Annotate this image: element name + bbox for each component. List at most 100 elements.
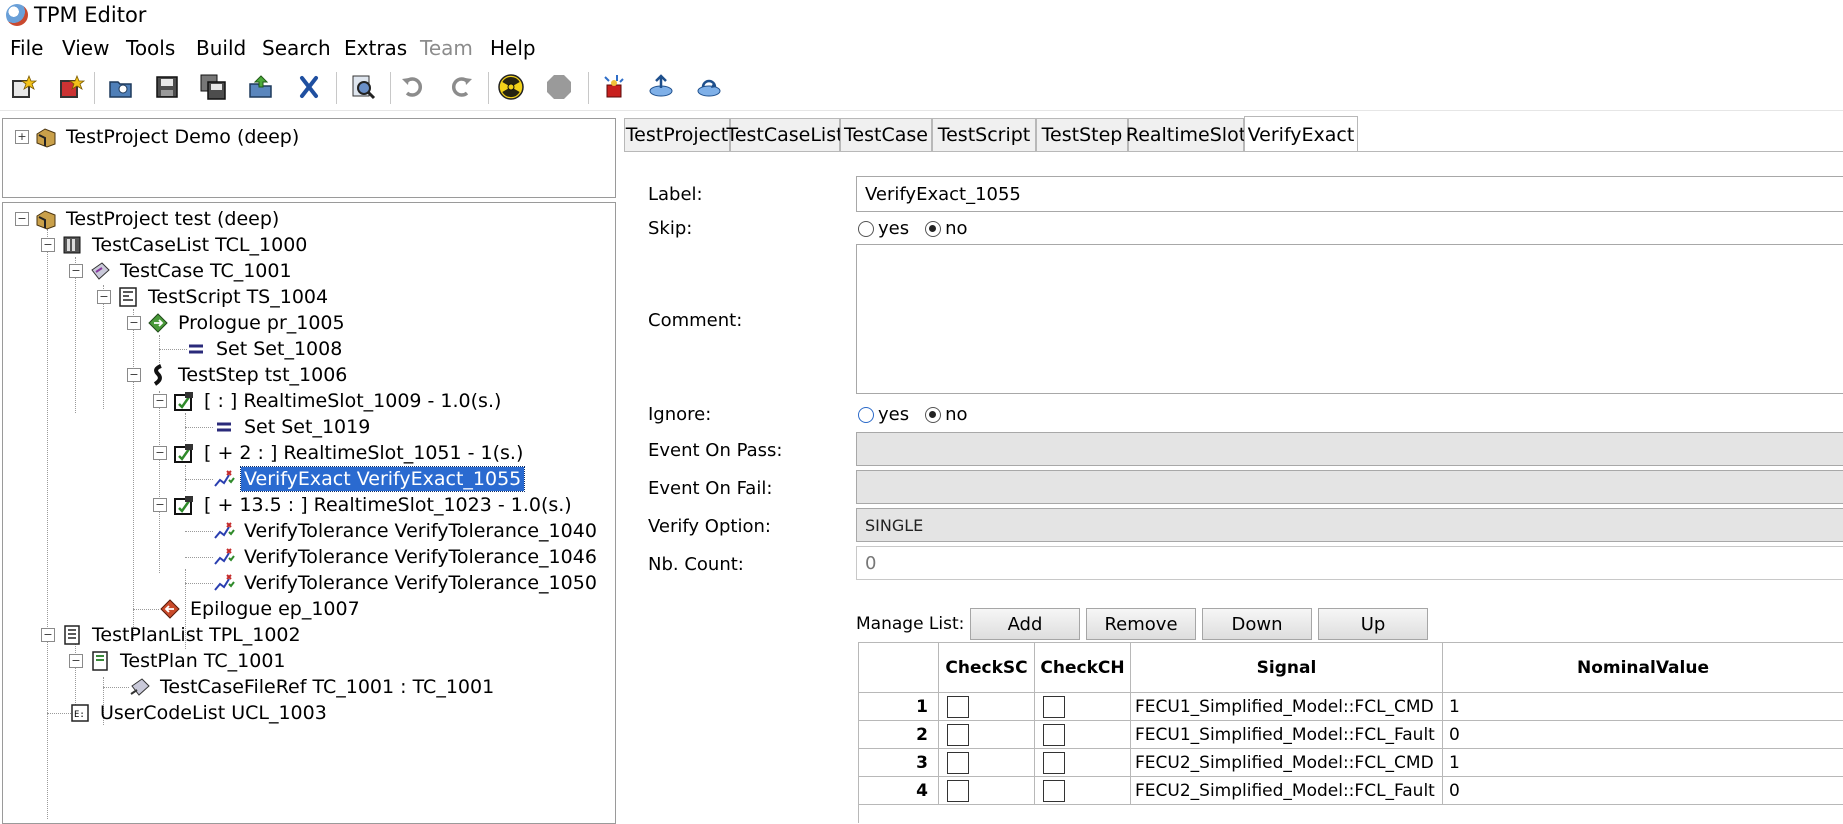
tree-node-project-demo[interactable]: + TestProject Demo (deep) bbox=[15, 123, 302, 151]
tree-node-usercodelist[interactable]: E: UserCodeList UCL_1003 bbox=[69, 699, 330, 727]
menu-view[interactable]: View bbox=[62, 36, 109, 60]
table-header-checksc[interactable]: CheckSC bbox=[939, 643, 1035, 693]
ignore-yes-radio[interactable] bbox=[858, 406, 874, 423]
tree-node-testscript[interactable]: − TestScript TS_1004 bbox=[97, 283, 331, 311]
tree-node-testplan[interactable]: − TestPlan TC_1001 bbox=[69, 647, 289, 675]
save-icon[interactable] bbox=[152, 72, 182, 102]
checksc-checkbox[interactable] bbox=[947, 779, 969, 802]
tree-node-epilogue[interactable]: Epilogue ep_1007 bbox=[159, 595, 363, 623]
menu-extras[interactable]: Extras bbox=[344, 36, 407, 60]
connect-icon[interactable] bbox=[646, 72, 676, 102]
menu-tools[interactable]: Tools bbox=[126, 36, 175, 60]
checkch-checkbox[interactable] bbox=[1043, 751, 1065, 774]
label-input[interactable]: VerifyExact_1055 bbox=[856, 176, 1843, 212]
checksc-checkbox[interactable] bbox=[947, 723, 969, 746]
event-on-pass-field[interactable] bbox=[856, 432, 1843, 466]
up-button[interactable]: Up bbox=[1318, 608, 1428, 640]
tree-node-realtimeslot-1051[interactable]: − [ + 2 : ] RealtimeSlot_1051 - 1(s.) bbox=[153, 439, 526, 467]
collapse-minus-icon[interactable]: − bbox=[127, 316, 141, 330]
delete-icon[interactable] bbox=[294, 72, 324, 102]
nominal-value-cell[interactable]: 0 bbox=[1443, 777, 1843, 805]
menu-search[interactable]: Search bbox=[262, 36, 331, 60]
tree-node-set-1008[interactable]: Set Set_1008 bbox=[185, 335, 345, 363]
add-button[interactable]: Add bbox=[970, 608, 1080, 640]
collapse-minus-icon[interactable]: − bbox=[153, 498, 167, 512]
menu-file[interactable]: File bbox=[10, 36, 43, 60]
undo-icon[interactable] bbox=[398, 72, 428, 102]
collapse-minus-icon[interactable]: − bbox=[15, 212, 29, 226]
comment-textarea[interactable] bbox=[856, 244, 1843, 394]
table-header-checkch[interactable]: CheckCH bbox=[1035, 643, 1131, 693]
nominal-value-cell[interactable]: 1 bbox=[1443, 693, 1843, 721]
table-header-nominalvalue[interactable]: NominalValue bbox=[1443, 643, 1843, 693]
collapse-minus-icon[interactable]: − bbox=[41, 628, 55, 642]
find-icon[interactable] bbox=[348, 72, 378, 102]
new-project-icon[interactable] bbox=[8, 72, 38, 102]
redo-icon[interactable] bbox=[446, 72, 476, 102]
checkch-checkbox[interactable] bbox=[1043, 695, 1065, 718]
project-tree-top[interactable]: + TestProject Demo (deep) bbox=[2, 118, 616, 198]
signal-cell[interactable]: FECU2_Simplified_Model::FCL_Fault bbox=[1131, 777, 1443, 805]
checksc-checkbox[interactable] bbox=[947, 751, 969, 774]
collapse-minus-icon[interactable]: − bbox=[127, 368, 141, 382]
expand-plus-icon[interactable]: + bbox=[15, 130, 29, 144]
new-file-icon[interactable] bbox=[56, 72, 86, 102]
tab-testproject[interactable]: TestProject bbox=[624, 118, 730, 151]
tree-node-testcase[interactable]: − TestCase TC_1001 bbox=[69, 257, 295, 285]
checkch-checkbox[interactable] bbox=[1043, 723, 1065, 746]
menu-help[interactable]: Help bbox=[490, 36, 536, 60]
tree-node-verifytolerance-1050[interactable]: VerifyTolerance VerifyTolerance_1050 bbox=[213, 569, 600, 597]
signal-cell[interactable]: FECU2_Simplified_Model::FCL_CMD bbox=[1131, 749, 1443, 777]
tree-node-prologue[interactable]: − Prologue pr_1005 bbox=[127, 309, 348, 337]
down-button[interactable]: Down bbox=[1202, 608, 1312, 640]
table-header-signal[interactable]: Signal bbox=[1131, 643, 1443, 693]
save-all-icon[interactable] bbox=[198, 72, 228, 102]
tree-node-realtimeslot-1023[interactable]: − [ + 13.5 : ] RealtimeSlot_1023 - 1.0(s… bbox=[153, 491, 575, 519]
tree-node-verifyexact-1055[interactable]: VerifyExact VerifyExact_1055 bbox=[213, 465, 526, 493]
tab-teststep[interactable]: TestStep bbox=[1036, 118, 1128, 151]
tree-node-label: VerifyTolerance VerifyTolerance_1040 bbox=[244, 520, 597, 542]
tree-node-set-1019[interactable]: Set Set_1019 bbox=[213, 413, 373, 441]
signal-cell[interactable]: FECU1_Simplified_Model::FCL_Fault bbox=[1131, 721, 1443, 749]
nb-count-field[interactable]: 0 bbox=[856, 546, 1843, 580]
transfer-icon[interactable] bbox=[694, 72, 724, 102]
project-tree[interactable]: − TestProject test (deep) − TestCaseList… bbox=[2, 202, 616, 824]
tree-node-testcaselist[interactable]: − TestCaseList TCL_1000 bbox=[41, 231, 310, 259]
nominal-value-cell[interactable]: 1 bbox=[1443, 749, 1843, 777]
stop-icon[interactable] bbox=[544, 72, 574, 102]
tree-node-verifytolerance-1046[interactable]: VerifyTolerance VerifyTolerance_1046 bbox=[213, 543, 600, 571]
tab-verifyexact[interactable]: VerifyExact bbox=[1244, 116, 1358, 152]
verify-option-select[interactable]: SINGLE bbox=[856, 508, 1843, 542]
tree-node-verifytolerance-1040[interactable]: VerifyTolerance VerifyTolerance_1040 bbox=[213, 517, 600, 545]
menu-build[interactable]: Build bbox=[196, 36, 246, 60]
radiation-run-icon[interactable] bbox=[496, 72, 526, 102]
open-icon[interactable] bbox=[106, 72, 136, 102]
tree-node-realtimeslot-1009[interactable]: − [ : ] RealtimeSlot_1009 - 1.0(s.) bbox=[153, 387, 504, 415]
collapse-minus-icon[interactable]: − bbox=[41, 238, 55, 252]
ignore-no-radio[interactable] bbox=[925, 406, 942, 423]
tab-testscript[interactable]: TestScript bbox=[932, 118, 1036, 151]
checksc-checkbox[interactable] bbox=[947, 695, 969, 718]
skip-yes-radio[interactable] bbox=[858, 220, 874, 237]
nominal-value-cell[interactable]: 0 bbox=[1443, 721, 1843, 749]
signal-cell[interactable]: FECU1_Simplified_Model::FCL_CMD bbox=[1131, 693, 1443, 721]
collapse-minus-icon[interactable]: − bbox=[69, 654, 83, 668]
tree-node-testcasefileref[interactable]: TestCaseFileRef TC_1001 : TC_1001 bbox=[129, 673, 497, 701]
collapse-minus-icon[interactable]: − bbox=[153, 446, 167, 460]
export-icon[interactable] bbox=[246, 72, 276, 102]
skip-no-radio[interactable] bbox=[925, 220, 942, 237]
collapse-minus-icon[interactable]: − bbox=[69, 264, 83, 278]
tab-testcaselist[interactable]: TestCaseList bbox=[726, 118, 844, 151]
deploy-icon[interactable] bbox=[598, 72, 628, 102]
collapse-minus-icon[interactable]: − bbox=[153, 394, 167, 408]
menu-team[interactable]: Team bbox=[420, 36, 473, 60]
tab-testcase[interactable]: TestCase bbox=[840, 118, 932, 151]
checkch-checkbox[interactable] bbox=[1043, 779, 1065, 802]
event-on-fail-field[interactable] bbox=[856, 470, 1843, 504]
tree-node-testplanlist[interactable]: − TestPlanList TPL_1002 bbox=[41, 621, 304, 649]
collapse-minus-icon[interactable]: − bbox=[97, 290, 111, 304]
tab-realtimeslot[interactable]: RealtimeSlot bbox=[1126, 118, 1246, 151]
remove-button[interactable]: Remove bbox=[1086, 608, 1196, 640]
tree-node-project-test[interactable]: − TestProject test (deep) bbox=[15, 205, 282, 233]
tree-node-teststep[interactable]: − TestStep tst_1006 bbox=[127, 361, 350, 389]
